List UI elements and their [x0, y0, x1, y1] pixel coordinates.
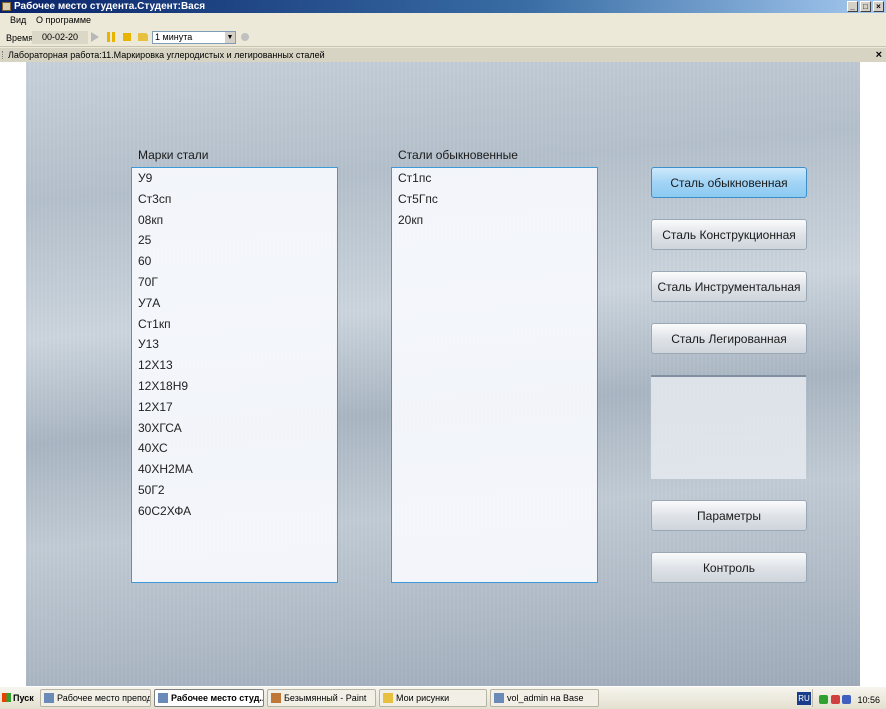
volume-icon[interactable]: [842, 695, 851, 704]
list-item[interactable]: У7А: [132, 293, 337, 314]
document-bar: Лабораторная работа:11.Маркировка углеро…: [0, 48, 886, 62]
menu-bar: Вид О программе: [0, 13, 886, 29]
list-item[interactable]: Ст1кп: [132, 314, 337, 335]
start-label: Пуск: [13, 693, 34, 703]
windows-flag-icon: [2, 693, 11, 702]
window-icon: [44, 693, 54, 703]
list-item[interactable]: Ст3сп: [132, 189, 337, 210]
taskbar-item[interactable]: Мои рисунки: [379, 689, 487, 707]
maximize-button[interactable]: □: [860, 1, 871, 12]
title-bar[interactable]: Рабочее место студента.Студент:Вася _ □ …: [0, 0, 886, 13]
ordinary-steels-list[interactable]: Ст1пс Ст5Гпс 20кп: [391, 167, 598, 583]
list-item[interactable]: 60С2ХФА: [132, 501, 337, 522]
list-item[interactable]: 30ХГСА: [132, 418, 337, 439]
toolbar: Время 00-02-20 1 минута ▼: [0, 29, 886, 47]
left-gutter: [0, 62, 26, 686]
list-item[interactable]: 50Г2: [132, 480, 337, 501]
control-button[interactable]: Контроль: [651, 552, 807, 583]
list-item[interactable]: Ст5Гпс: [392, 189, 597, 210]
network-icon[interactable]: [819, 695, 828, 704]
interval-value: 1 минута: [155, 32, 193, 42]
window-controls: _ □ ×: [847, 1, 884, 12]
list-item[interactable]: Ст1пс: [392, 168, 597, 189]
antivirus-icon[interactable]: [831, 695, 840, 704]
ordinary-steels-label: Стали обыкновенные: [398, 148, 518, 162]
folder-icon: [383, 693, 393, 703]
language-indicator[interactable]: RU: [797, 692, 811, 705]
interval-select[interactable]: 1 минута ▼: [152, 31, 236, 44]
list-item[interactable]: 12Х17: [132, 397, 337, 418]
steel-grades-label: Марки стали: [138, 148, 209, 162]
paint-icon: [271, 693, 281, 703]
steel-grades-list[interactable]: У9 Ст3сп 08кп 25 60 70Г У7А Ст1кп У13 12Х13 12Х18Н…: [131, 167, 338, 583]
window-icon: [494, 693, 504, 703]
window-title: Рабочее место студента.Студент:Вася: [14, 1, 206, 12]
chevron-down-icon[interactable]: ▼: [225, 32, 235, 43]
system-tray: 10:56: [812, 689, 886, 707]
taskbar-item[interactable]: Рабочее место студ...: [154, 689, 264, 707]
folder-icon[interactable]: [138, 33, 148, 41]
gear-icon[interactable]: [241, 33, 249, 41]
clock: 10:56: [857, 695, 880, 705]
list-item[interactable]: 12Х18Н9: [132, 376, 337, 397]
list-item[interactable]: У9: [132, 168, 337, 189]
list-item[interactable]: 08кп: [132, 210, 337, 231]
pause-icon[interactable]: [107, 32, 115, 42]
time-label: Время: [6, 33, 34, 43]
taskbar-item-label: Рабочее место студ...: [171, 693, 264, 703]
window-icon: [158, 693, 168, 703]
list-item[interactable]: 40ХС: [132, 438, 337, 459]
close-icon[interactable]: ×: [876, 48, 882, 62]
list-item[interactable]: 70Г: [132, 272, 337, 293]
menu-view[interactable]: Вид: [10, 15, 26, 25]
list-item[interactable]: 12Х13: [132, 355, 337, 376]
taskbar-item[interactable]: Безымянный - Paint: [267, 689, 376, 707]
taskbar: Пуск Рабочее место препода... Рабочее ме…: [0, 686, 886, 709]
steel-structural-button[interactable]: Сталь Конструкционная: [651, 219, 807, 250]
list-item[interactable]: 60: [132, 251, 337, 272]
stop-icon[interactable]: [123, 33, 131, 41]
taskbar-item-label: Рабочее место препода...: [57, 693, 150, 703]
taskbar-item-label: vol_admin на Base: [507, 693, 584, 703]
taskbar-item-label: Безымянный - Paint: [284, 693, 367, 703]
play-icon[interactable]: [91, 32, 99, 42]
parameters-button[interactable]: Параметры: [651, 500, 807, 531]
menu-about[interactable]: О программе: [36, 15, 91, 25]
list-item[interactable]: 20кп: [392, 210, 597, 231]
list-item[interactable]: 40ХН2МА: [132, 459, 337, 480]
taskbar-item[interactable]: Рабочее место препода...: [40, 689, 151, 707]
list-item[interactable]: 25: [132, 230, 337, 251]
right-gutter: [860, 62, 886, 686]
taskbar-item-label: Мои рисунки: [396, 693, 450, 703]
info-panel: [651, 375, 806, 479]
document-title: Лабораторная работа:11.Маркировка углеро…: [8, 50, 325, 60]
taskbar-item[interactable]: vol_admin на Base: [490, 689, 599, 707]
steel-tool-button[interactable]: Сталь Инструментальная: [651, 271, 807, 302]
app-icon: [2, 2, 11, 11]
grip-icon: [2, 51, 4, 59]
time-display: 00-02-20: [32, 31, 88, 44]
list-item[interactable]: У13: [132, 334, 337, 355]
start-button[interactable]: Пуск: [1, 689, 37, 707]
steel-alloyed-button[interactable]: Сталь Легированная: [651, 323, 807, 354]
steel-ordinary-button[interactable]: Сталь обыкновенная: [651, 167, 807, 198]
close-button[interactable]: ×: [873, 1, 884, 12]
minimize-button[interactable]: _: [847, 1, 858, 12]
